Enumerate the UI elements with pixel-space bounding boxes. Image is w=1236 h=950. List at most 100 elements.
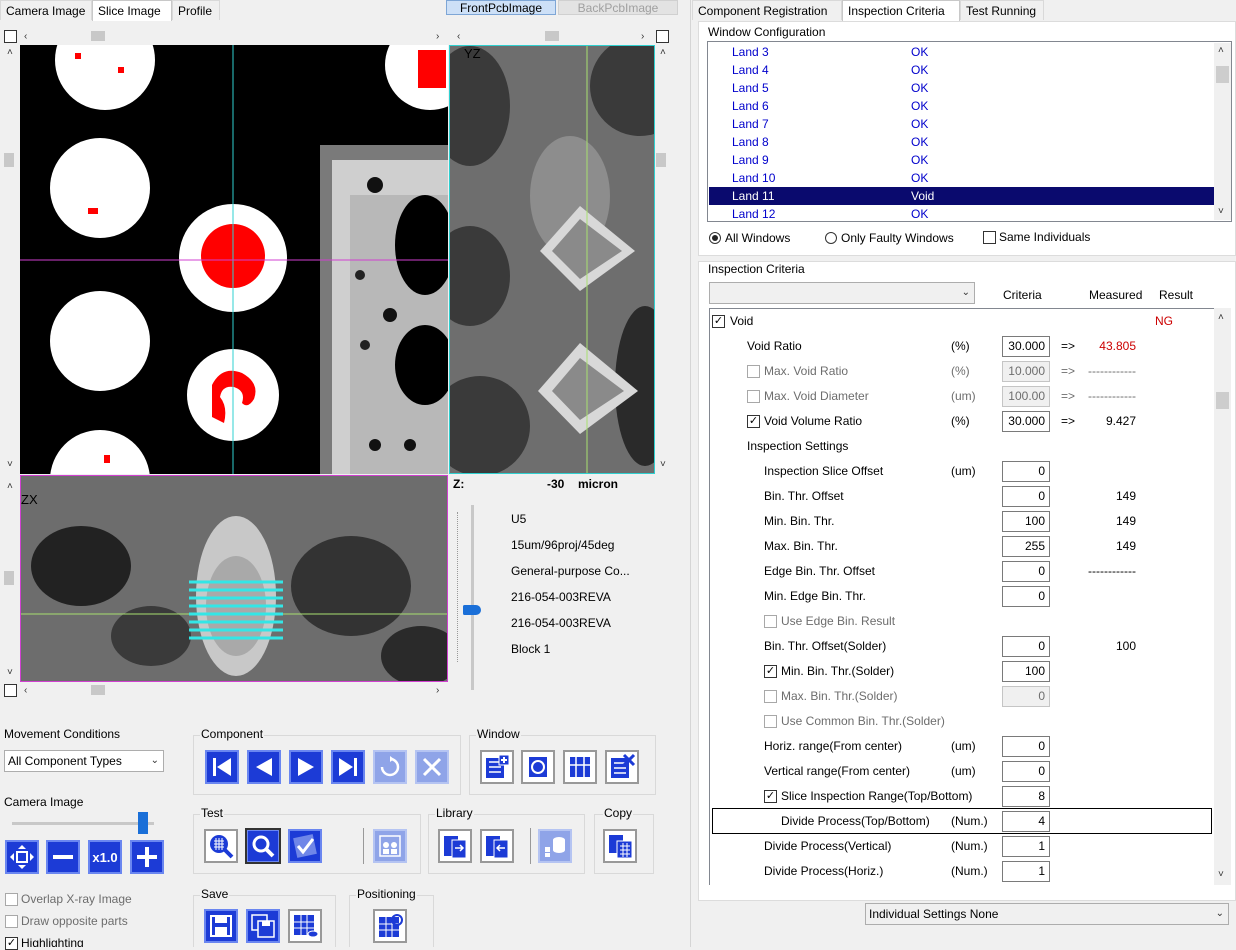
criteria-row-checkbox[interactable]	[764, 690, 777, 703]
criteria-value-input[interactable]: 0	[1002, 461, 1050, 482]
criteria-row-checkbox[interactable]	[764, 715, 777, 728]
next-component-button[interactable]	[289, 750, 323, 784]
window-list-row[interactable]: Land 10 OK	[709, 169, 1214, 187]
test-check-button[interactable]	[288, 829, 322, 863]
scroll-right-arrow[interactable]: ›	[436, 32, 439, 42]
criteria-value-input[interactable]: 100.00	[1002, 386, 1050, 407]
scroll-up-arrow[interactable]: ˄	[7, 48, 13, 58]
xy-slice-view[interactable]	[20, 45, 448, 474]
criteria-value-input[interactable]: 30.000	[1002, 411, 1050, 432]
scroll-down-arrow[interactable]: ˅	[660, 460, 666, 470]
window-list-row[interactable]: Land 12 OK	[709, 205, 1214, 220]
pane-divider[interactable]	[690, 0, 691, 947]
tab-camera-image[interactable]: Camera Image	[0, 0, 92, 20]
criteria-scrollbar[interactable]: ˄ ˅	[1214, 308, 1231, 885]
copy-button[interactable]	[603, 829, 637, 863]
individual-settings-select[interactable]: Individual Settings None ⌄	[865, 903, 1229, 925]
criteria-row-checkbox[interactable]: ✓	[764, 665, 777, 678]
criteria-value-input[interactable]: 10.000	[1002, 361, 1050, 382]
scroll-right-arrow[interactable]: ›	[436, 686, 439, 696]
scroll-up-arrow[interactable]: ˄	[660, 48, 666, 58]
z-slider-track[interactable]	[471, 505, 474, 690]
zx-hscroll-thumb[interactable]	[91, 685, 105, 695]
split-window-button[interactable]	[563, 750, 597, 784]
refresh-component-button[interactable]	[373, 750, 407, 784]
fit-view-button[interactable]	[5, 840, 39, 874]
criteria-value-input[interactable]: 8	[1002, 786, 1050, 807]
criteria-value-input[interactable]: 100	[1002, 661, 1050, 682]
scroll-up-arrow[interactable]: ˄	[1218, 313, 1224, 323]
tab-component-registration[interactable]: Component Registration	[692, 0, 842, 20]
zoom-in-button[interactable]	[130, 840, 164, 874]
criteria-row-checkbox[interactable]: ✓	[747, 415, 760, 428]
criteria-row-checkbox[interactable]	[747, 390, 760, 403]
first-component-button[interactable]	[205, 750, 239, 784]
scroll-down-arrow[interactable]: ˅	[7, 668, 13, 678]
front-pcb-image-button[interactable]: FrontPcbImage	[446, 0, 556, 15]
criteria-value-input[interactable]: 0	[1002, 561, 1050, 582]
highlighting-checkbox[interactable]: ✓	[5, 937, 18, 950]
overlay-xray-checkbox[interactable]	[5, 893, 18, 906]
zoom-out-button[interactable]	[46, 840, 80, 874]
library-save-button[interactable]	[480, 829, 514, 863]
test-all-button[interactable]	[204, 829, 238, 863]
void-checkbox[interactable]: ✓	[712, 315, 725, 328]
positioning-button[interactable]	[373, 909, 407, 943]
same-individuals-checkbox[interactable]	[983, 231, 996, 244]
criteria-value-input[interactable]: 0	[1002, 636, 1050, 657]
view-corner-toggle[interactable]	[4, 30, 17, 43]
yz-slice-view[interactable]: YZ	[449, 45, 655, 474]
criteria-select[interactable]: ⌄	[709, 282, 975, 304]
criteria-value-input[interactable]: 1	[1002, 861, 1050, 882]
view-corner-toggle[interactable]	[4, 684, 17, 697]
camera-brightness-track[interactable]	[12, 822, 154, 825]
tab-test-running[interactable]: Test Running	[960, 0, 1044, 20]
zx-vscroll-thumb[interactable]	[4, 571, 14, 585]
window-list-row[interactable]: Land 5 OK	[709, 79, 1214, 97]
library-load-button[interactable]	[438, 829, 472, 863]
scroll-down-arrow[interactable]: ˅	[1218, 207, 1224, 217]
cancel-component-button[interactable]	[415, 750, 449, 784]
xy-vscroll-thumb[interactable]	[4, 153, 14, 167]
scroll-down-arrow[interactable]: ˅	[7, 460, 13, 470]
movement-conditions-select[interactable]: All Component Types ⌄	[4, 750, 164, 772]
scroll-left-arrow[interactable]: ‹	[457, 32, 460, 42]
tab-slice-image[interactable]: Slice Image	[92, 0, 172, 21]
window-list-row[interactable]: Land 8 OK	[709, 133, 1214, 151]
z-slider-thumb[interactable]	[463, 605, 481, 615]
criteria-row-checkbox[interactable]	[764, 615, 777, 628]
only-faulty-windows-radio[interactable]	[825, 232, 837, 244]
criteria-value-input[interactable]: 0	[1002, 761, 1050, 782]
edit-window-button[interactable]	[521, 750, 555, 784]
camera-brightness-thumb[interactable]	[138, 812, 149, 834]
library-database-button[interactable]	[538, 829, 572, 863]
zoom-reset-button[interactable]: x1.0	[88, 840, 122, 874]
draw-opposite-checkbox[interactable]	[5, 915, 18, 928]
save-grid-button[interactable]	[288, 909, 322, 943]
criteria-value-input[interactable]: 0	[1002, 736, 1050, 757]
zx-slice-view[interactable]: ZX	[20, 475, 448, 682]
last-component-button[interactable]	[331, 750, 365, 784]
criteria-value-input[interactable]: 255	[1002, 536, 1050, 557]
save-button[interactable]	[204, 909, 238, 943]
previous-component-button[interactable]	[247, 750, 281, 784]
criteria-value-input[interactable]: 4	[1002, 811, 1050, 832]
criteria-value-input[interactable]: 0	[1002, 586, 1050, 607]
scroll-up-arrow[interactable]: ˄	[1218, 46, 1224, 56]
criteria-value-input[interactable]: 1	[1002, 836, 1050, 857]
criteria-row-checkbox[interactable]: ✓	[764, 790, 777, 803]
scroll-right-arrow[interactable]: ›	[641, 32, 644, 42]
yz-vscroll-thumb[interactable]	[656, 153, 666, 167]
window-list-scroll-thumb[interactable]	[1216, 66, 1229, 83]
delete-window-button[interactable]	[605, 750, 639, 784]
window-list-scrollbar[interactable]: ˄ ˅	[1214, 43, 1231, 220]
window-list-row[interactable]: Land 7 OK	[709, 115, 1214, 133]
tab-inspection-criteria[interactable]: Inspection Criteria	[842, 0, 960, 21]
add-window-button[interactable]	[480, 750, 514, 784]
criteria-scroll-thumb[interactable]	[1216, 392, 1229, 409]
criteria-value-input[interactable]: 30.000	[1002, 336, 1050, 357]
criteria-row-checkbox[interactable]	[747, 365, 760, 378]
yz-hscroll-thumb[interactable]	[545, 31, 559, 41]
window-list[interactable]: Land 3 OK Land 4 OK Land 5 OK Land 6 OK Land 7 OK…	[709, 43, 1214, 220]
tab-profile[interactable]: Profile	[172, 0, 220, 20]
